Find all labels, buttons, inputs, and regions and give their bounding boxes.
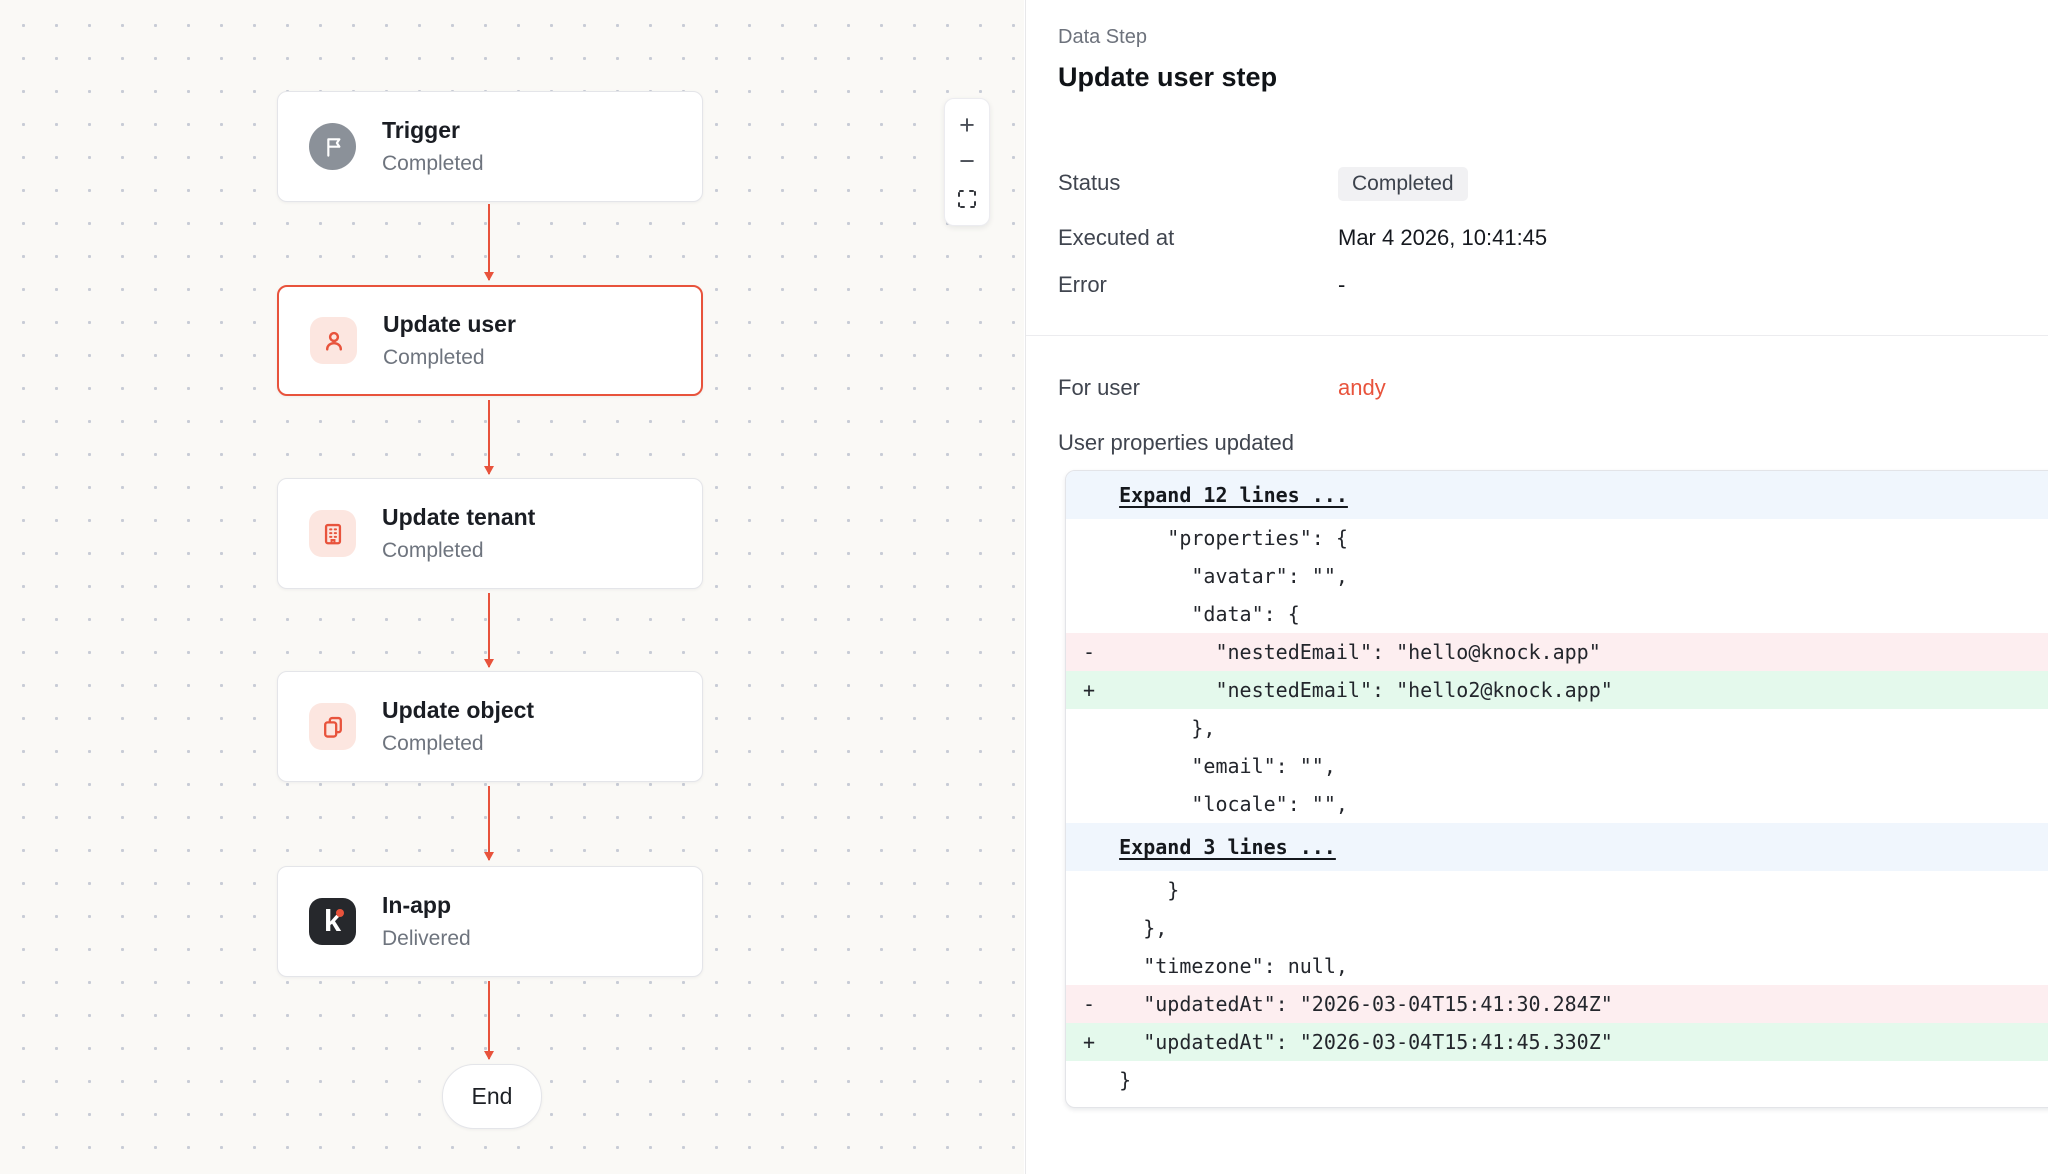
zoom-out-button[interactable]: − bbox=[950, 145, 984, 179]
for-user-label: For user bbox=[1058, 375, 1140, 401]
step-details-panel: Data Step Update user step Status Comple… bbox=[1025, 0, 2048, 1174]
error-value: - bbox=[1338, 272, 1345, 298]
diff-context-line: } bbox=[1066, 871, 2048, 909]
workflow-canvas[interactable]: Trigger Completed Update user Completed … bbox=[0, 0, 1024, 1174]
node-end[interactable]: End bbox=[442, 1064, 542, 1129]
node-title: Update user bbox=[383, 311, 516, 339]
diff-context-line: "email": "", bbox=[1066, 747, 2048, 785]
diff-context-line: }, bbox=[1066, 709, 2048, 747]
status-badge: Completed bbox=[1338, 167, 1468, 201]
edge-arrow bbox=[488, 593, 490, 667]
node-title: Update tenant bbox=[382, 504, 535, 532]
node-title: Trigger bbox=[382, 117, 484, 145]
node-in-app[interactable]: k In-app Delivered bbox=[277, 866, 703, 977]
section-divider bbox=[1026, 335, 2048, 336]
error-label: Error bbox=[1058, 272, 1107, 298]
executed-at-label: Executed at bbox=[1058, 225, 1174, 251]
diff-heading: User properties updated bbox=[1058, 430, 1294, 456]
diff-removed-line: - "nestedEmail": "hello@knock.app" bbox=[1066, 633, 2048, 671]
knock-logo-icon: k bbox=[309, 898, 356, 945]
diff-added-line: + "nestedEmail": "hello2@knock.app" bbox=[1066, 671, 2048, 709]
executed-at-value: Mar 4 2026, 10:41:45 bbox=[1338, 225, 1547, 251]
knock-dot bbox=[336, 909, 344, 917]
edge-arrow bbox=[488, 981, 490, 1059]
diff-expand-row: Expand 3 lines ... bbox=[1066, 823, 2048, 871]
diff-context-line: }, bbox=[1066, 909, 2048, 947]
building-icon bbox=[309, 510, 356, 557]
panel-kicker: Data Step bbox=[1058, 26, 1147, 49]
node-trigger[interactable]: Trigger Completed bbox=[277, 91, 703, 202]
page-title: Update user step bbox=[1058, 62, 1277, 93]
diff-context-line: "locale": "", bbox=[1066, 785, 2048, 823]
node-update-object[interactable]: Update object Completed bbox=[277, 671, 703, 782]
diff-context-line: "data": { bbox=[1066, 595, 2048, 633]
diff-expand-row: Expand 12 lines ... bbox=[1066, 471, 2048, 519]
diff-context-line: "properties": { bbox=[1066, 519, 2048, 557]
node-update-user[interactable]: Update user Completed bbox=[277, 285, 703, 396]
node-status: Delivered bbox=[382, 926, 471, 951]
diff-context-line: "avatar": "", bbox=[1066, 557, 2048, 595]
diff-added-line: + "updatedAt": "2026-03-04T15:41:45.330Z… bbox=[1066, 1023, 2048, 1061]
zoom-in-button[interactable]: + bbox=[950, 108, 984, 142]
pages-icon bbox=[309, 703, 356, 750]
fit-view-icon bbox=[957, 189, 977, 209]
node-title: In-app bbox=[382, 892, 471, 920]
node-status: Completed bbox=[383, 345, 516, 370]
node-status: Completed bbox=[382, 731, 534, 756]
fit-view-button[interactable] bbox=[950, 182, 984, 216]
edge-arrow bbox=[488, 400, 490, 474]
user-icon bbox=[310, 317, 357, 364]
flag-icon bbox=[309, 123, 356, 170]
edge-arrow bbox=[488, 204, 490, 280]
diff-context-line: "timezone": null, bbox=[1066, 947, 2048, 985]
diff-context-line: } bbox=[1066, 1061, 2048, 1099]
expand-lines-link[interactable]: Expand 3 lines ... bbox=[1119, 835, 1336, 859]
edge-arrow bbox=[488, 786, 490, 860]
node-status: Completed bbox=[382, 151, 484, 176]
for-user-link[interactable]: andy bbox=[1338, 375, 1386, 401]
node-title: Update object bbox=[382, 697, 534, 725]
properties-diff-block: Expand 12 lines ... "properties": { "ava… bbox=[1065, 470, 2048, 1108]
node-status: Completed bbox=[382, 538, 535, 563]
canvas-zoom-controls: + − bbox=[944, 98, 990, 226]
diff-removed-line: - "updatedAt": "2026-03-04T15:41:30.284Z… bbox=[1066, 985, 2048, 1023]
status-label: Status bbox=[1058, 170, 1120, 196]
node-update-tenant[interactable]: Update tenant Completed bbox=[277, 478, 703, 589]
expand-lines-link[interactable]: Expand 12 lines ... bbox=[1119, 483, 1348, 507]
